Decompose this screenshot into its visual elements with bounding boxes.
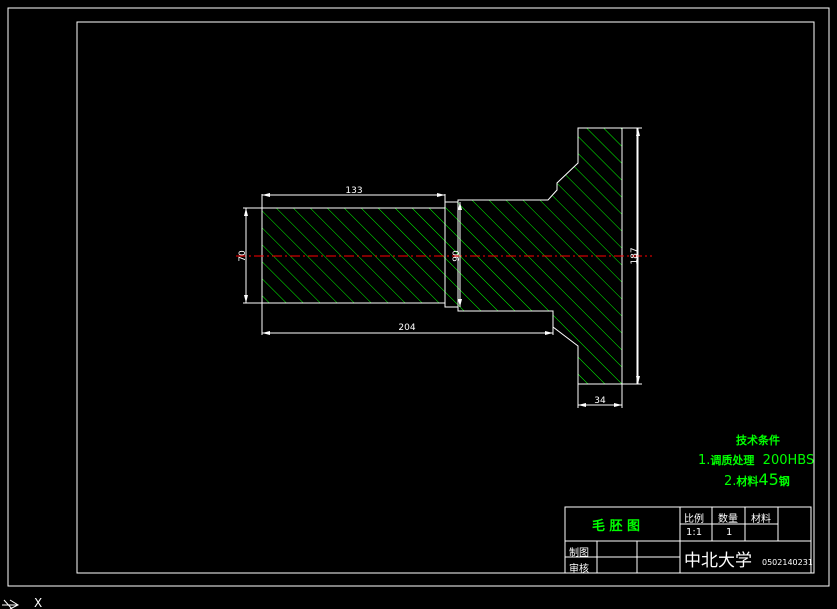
tech-requirement-1-value: 200HBS xyxy=(762,453,815,468)
checked-by-label: 审核 xyxy=(569,564,589,575)
tech-requirement-1-prefix: 1. xyxy=(698,453,711,468)
ucs-x-label: X xyxy=(34,596,42,609)
dim-text-90: 90 xyxy=(452,250,462,262)
tech-requirement-1: 1.调质处理 200HBS xyxy=(698,452,814,468)
cad-drawing-canvas: 133 204 70 90 187 34 X xyxy=(2,7,830,609)
school-name: 中北大学 xyxy=(684,551,752,571)
dimension-flange-thickness: 34 xyxy=(577,384,623,408)
tech-requirement-2-value: 45 xyxy=(758,470,779,489)
tech-requirements-title: 技术条件 xyxy=(736,434,780,447)
quantity-label: 数量 xyxy=(718,514,738,525)
dim-text-34: 34 xyxy=(594,396,606,406)
ucs-icon xyxy=(2,599,20,609)
tech-requirement-2: 2.材料45钢 xyxy=(724,470,790,489)
material-label: 材料 xyxy=(751,514,771,525)
drawing-code: 0502140231 xyxy=(762,558,813,567)
dim-text-133: 133 xyxy=(345,186,362,196)
tech-requirement-2-prefix: 2. xyxy=(724,474,737,489)
quantity-value: 1 xyxy=(726,527,733,538)
drawn-by-label: 制图 xyxy=(569,548,589,559)
tech-requirement-2-text: 材料 xyxy=(736,475,759,488)
tech-requirement-2-suffix: 钢 xyxy=(778,475,790,488)
dim-text-187: 187 xyxy=(630,247,640,264)
dim-text-204: 204 xyxy=(398,323,415,333)
scale-value: 1:1 xyxy=(686,527,703,538)
dimension-left-length: 133 xyxy=(261,186,446,208)
tech-requirement-1-text: 调质处理 xyxy=(710,454,755,467)
dim-text-70: 70 xyxy=(238,250,248,262)
scale-label: 比例 xyxy=(684,514,704,525)
drawing-name: 毛 胚 图 xyxy=(592,519,641,534)
